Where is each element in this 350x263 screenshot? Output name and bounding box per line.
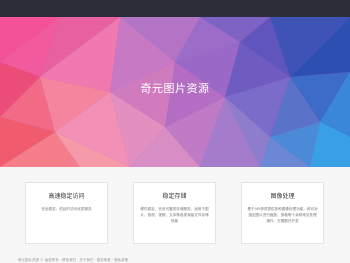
feature-card-title: 稳定存储	[162, 193, 187, 200]
hero-title: 奇元图片资源	[140, 82, 210, 95]
feature-card-title: 高速稳定访问	[48, 193, 85, 200]
feature-card-description: 基于API请求提供多种图像处理功能，即可对指定图片进行缩放、剪裁等十余种常见处理…	[247, 207, 318, 223]
footer-text: 奇元图片资源 © 版权所有 · 联系我们 · 关于我们 · 服务条款 · 隐私政…	[18, 258, 129, 262]
feature-card-description: 硬件稳定、安全可靠的存储服务，适用于图片、音视、视频、文本等各类海量文件存储场景	[140, 207, 209, 223]
feature-card-description: 安全稳定、低延时访问优质服务	[41, 207, 92, 211]
top-nav-bar	[0, 0, 350, 17]
hero-banner: 奇元图片资源	[0, 17, 350, 167]
feature-card-image-processing: 图像处理 基于API请求提供多种图像处理功能，即可对指定图片进行缩放、剪裁等十余…	[241, 182, 324, 244]
features-section: 高速稳定访问 安全稳定、低延时访问优质服务 稳定存储 硬件稳定、安全可靠的存储服…	[0, 167, 350, 263]
feature-card-fast-access: 高速稳定访问 安全稳定、低延时访问优质服务	[25, 182, 108, 244]
feature-card-title: 图像处理	[270, 193, 295, 200]
feature-card-storage: 稳定存储 硬件稳定、安全可靠的存储服务，适用于图片、音视、视频、文本等各类海量文…	[133, 182, 216, 244]
